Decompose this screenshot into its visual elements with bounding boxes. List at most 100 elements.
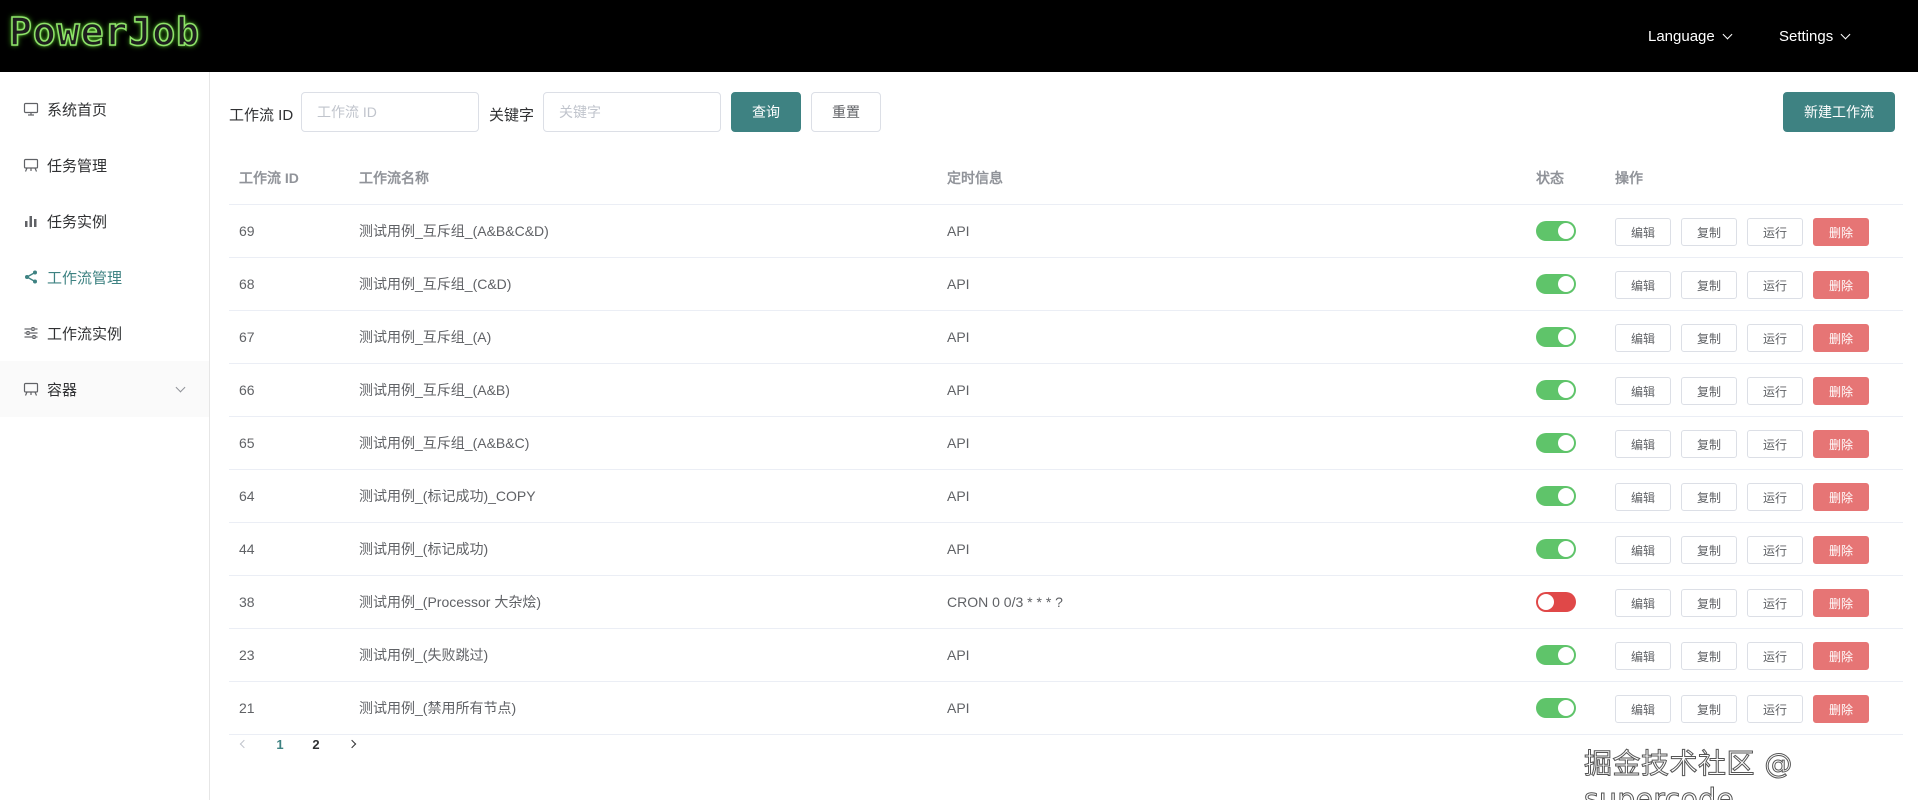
sidebar-item-label: 工作流管理: [47, 269, 123, 287]
status-toggle[interactable]: [1536, 592, 1576, 612]
edit-button[interactable]: 编辑: [1615, 589, 1671, 617]
chevron-down-icon: [1840, 29, 1851, 39]
workflow-id-cell: 44: [239, 541, 255, 557]
edit-button[interactable]: 编辑: [1615, 377, 1671, 405]
delete-button[interactable]: 删除: [1813, 430, 1869, 458]
sidebar-item-workflow-instance[interactable]: 工作流实例: [0, 305, 209, 361]
edit-button[interactable]: 编辑: [1615, 483, 1671, 511]
sidebar-item-label: 容器: [47, 381, 78, 399]
copy-button[interactable]: 复制: [1681, 589, 1737, 617]
copy-button[interactable]: 复制: [1681, 483, 1737, 511]
next-page-button[interactable]: [337, 730, 367, 758]
copy-button[interactable]: 复制: [1681, 377, 1737, 405]
status-toggle[interactable]: [1536, 698, 1576, 718]
timing-info-cell: API: [947, 647, 970, 663]
workflow-name-cell: 测试用例_(失败跳过): [359, 647, 489, 663]
status-toggle[interactable]: [1536, 221, 1576, 241]
delete-button[interactable]: 删除: [1813, 377, 1869, 405]
table-row: 64 测试用例_(标记成功)_COPY API 编辑 复制 运行 删除: [229, 470, 1903, 523]
powerjob-logo[interactable]: PowerJob: [8, 9, 200, 55]
table-row: 67 测试用例_互斥组_(A) API 编辑 复制 运行 删除: [229, 311, 1903, 364]
status-toggle[interactable]: [1536, 327, 1576, 347]
sidebar-item-home[interactable]: 系统首页: [0, 81, 209, 137]
delete-button[interactable]: 删除: [1813, 324, 1869, 352]
settings-menu[interactable]: Settings: [1779, 0, 1851, 72]
table-row: 23 测试用例_(失败跳过) API 编辑 复制 运行 删除: [229, 629, 1903, 682]
status-toggle[interactable]: [1536, 274, 1576, 294]
run-button[interactable]: 运行: [1747, 589, 1803, 617]
sidebar: 系统首页 任务管理 任务实例 工作流管理 工作流实例 容器: [0, 72, 210, 800]
toggle-knob: [1558, 382, 1574, 398]
toggle-knob: [1558, 647, 1574, 663]
edit-button[interactable]: 编辑: [1615, 218, 1671, 246]
timing-info-cell: API: [947, 700, 970, 716]
reset-button[interactable]: 重置: [811, 92, 881, 132]
new-workflow-button[interactable]: 新建工作流: [1783, 92, 1895, 132]
copy-button[interactable]: 复制: [1681, 430, 1737, 458]
sidebar-item-workflow-manage[interactable]: 工作流管理: [0, 249, 209, 305]
run-button[interactable]: 运行: [1747, 695, 1803, 723]
copy-button[interactable]: 复制: [1681, 695, 1737, 723]
run-button[interactable]: 运行: [1747, 271, 1803, 299]
workflow-name-cell: 测试用例_互斥组_(A&B): [359, 382, 510, 398]
workflow-id-label: 工作流 ID: [229, 107, 294, 124]
table-row: 21 测试用例_(禁用所有节点) API 编辑 复制 运行 删除: [229, 682, 1903, 735]
keyword-input[interactable]: [543, 92, 721, 132]
sidebar-item-container[interactable]: 容器: [0, 361, 209, 417]
page-1-button[interactable]: 1: [265, 730, 295, 758]
table-header: 工作流 ID 工作流名称 定时信息 状态 操作: [229, 152, 1903, 205]
run-button[interactable]: 运行: [1747, 536, 1803, 564]
edit-button[interactable]: 编辑: [1615, 271, 1671, 299]
copy-button[interactable]: 复制: [1681, 324, 1737, 352]
delete-button[interactable]: 删除: [1813, 642, 1869, 670]
workflow-name-cell: 测试用例_互斥组_(A&B&C&D): [359, 223, 549, 239]
sidebar-item-task-manage[interactable]: 任务管理: [0, 137, 209, 193]
status-toggle[interactable]: [1536, 645, 1576, 665]
delete-button[interactable]: 删除: [1813, 483, 1869, 511]
run-button[interactable]: 运行: [1747, 483, 1803, 511]
watermark: 掘金技术社区 @ supercode: [1584, 747, 1793, 800]
run-button[interactable]: 运行: [1747, 324, 1803, 352]
delete-button[interactable]: 删除: [1813, 589, 1869, 617]
table-row: 44 测试用例_(标记成功) API 编辑 复制 运行 删除: [229, 523, 1903, 576]
query-button[interactable]: 查询: [731, 92, 801, 132]
status-toggle[interactable]: [1536, 433, 1576, 453]
edit-button[interactable]: 编辑: [1615, 324, 1671, 352]
task-board-icon: [23, 157, 39, 173]
run-button[interactable]: 运行: [1747, 218, 1803, 246]
copy-button[interactable]: 复制: [1681, 642, 1737, 670]
run-button[interactable]: 运行: [1747, 642, 1803, 670]
keyword-label: 关键字: [489, 107, 535, 124]
share-icon: [23, 269, 39, 285]
table-body: 69 测试用例_互斥组_(A&B&C&D) API 编辑 复制 运行 删除 68 测试用例_互斥…: [229, 205, 1903, 735]
column-header-name: 工作流名称: [359, 170, 429, 186]
toggle-knob: [1538, 594, 1554, 610]
workflow-id-input[interactable]: [301, 92, 479, 132]
main-content: 工作流 ID 关键字 查询 重置 新建工作流 工作流 ID 工作流名称 定时信息…: [211, 72, 1918, 800]
table-row: 68 测试用例_互斥组_(C&D) API 编辑 复制 运行 删除: [229, 258, 1903, 311]
delete-button[interactable]: 删除: [1813, 536, 1869, 564]
toggle-knob: [1558, 435, 1574, 451]
status-toggle[interactable]: [1536, 486, 1576, 506]
copy-button[interactable]: 复制: [1681, 218, 1737, 246]
delete-button[interactable]: 删除: [1813, 695, 1869, 723]
timing-info-cell: API: [947, 541, 970, 557]
monitor-icon: [23, 101, 39, 117]
prev-page-button[interactable]: [229, 730, 259, 758]
edit-button[interactable]: 编辑: [1615, 430, 1671, 458]
edit-button[interactable]: 编辑: [1615, 695, 1671, 723]
run-button[interactable]: 运行: [1747, 377, 1803, 405]
delete-button[interactable]: 删除: [1813, 218, 1869, 246]
copy-button[interactable]: 复制: [1681, 536, 1737, 564]
edit-button[interactable]: 编辑: [1615, 536, 1671, 564]
run-button[interactable]: 运行: [1747, 430, 1803, 458]
delete-button[interactable]: 删除: [1813, 271, 1869, 299]
status-toggle[interactable]: [1536, 380, 1576, 400]
status-toggle[interactable]: [1536, 539, 1576, 559]
edit-button[interactable]: 编辑: [1615, 642, 1671, 670]
language-menu[interactable]: Language: [1648, 0, 1733, 72]
copy-button[interactable]: 复制: [1681, 271, 1737, 299]
page-2-button[interactable]: 2: [301, 730, 331, 758]
sidebar-item-task-instance[interactable]: 任务实例: [0, 193, 209, 249]
timing-info-cell: API: [947, 382, 970, 398]
